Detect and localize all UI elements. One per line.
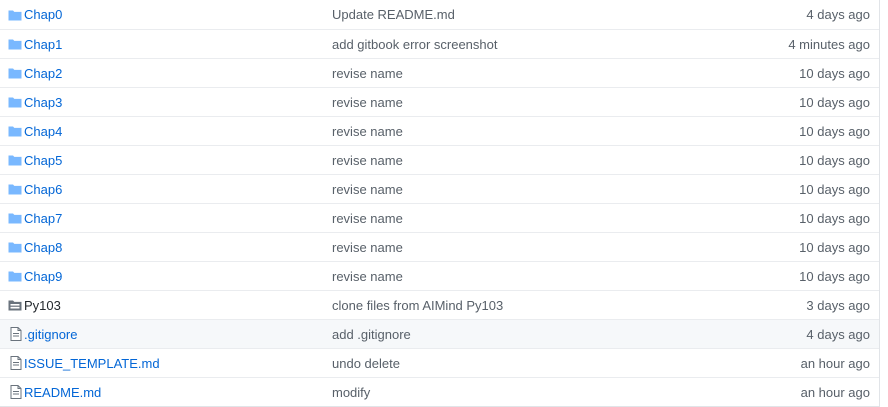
- file-name-link[interactable]: Chap1: [24, 37, 332, 52]
- file-row[interactable]: Chap3 revise name 10 days ago: [0, 87, 879, 116]
- commit-age: 10 days ago: [799, 239, 870, 255]
- folder-icon: [0, 125, 24, 137]
- file-name-link[interactable]: Chap9: [24, 269, 332, 284]
- folder-icon: [0, 38, 24, 50]
- folder-icon: [0, 67, 24, 79]
- commit-message-link[interactable]: revise name: [332, 66, 719, 81]
- file-row[interactable]: .gitignore add .gitignore 4 days ago: [0, 319, 879, 348]
- file-row[interactable]: Chap2 revise name 10 days ago: [0, 58, 879, 87]
- file-row[interactable]: Chap0 Update README.md 4 days ago: [0, 0, 879, 29]
- commit-age: 10 days ago: [799, 152, 870, 168]
- file-icon: [0, 385, 24, 399]
- commit-message-link[interactable]: clone files from AIMind Py103: [332, 298, 719, 313]
- commit-message-link[interactable]: add gitbook error screenshot: [332, 37, 719, 52]
- file-name-link[interactable]: Chap3: [24, 95, 332, 110]
- folder-icon: [0, 241, 24, 253]
- folder-icon: [0, 212, 24, 224]
- file-row[interactable]: Chap1 add gitbook error screenshot 4 minut…: [0, 29, 879, 58]
- commit-age: 4 days ago: [806, 7, 870, 22]
- file-row[interactable]: Py103 clone files from AIMind Py103 3 days…: [0, 290, 879, 319]
- commit-message-link[interactable]: revise name: [332, 182, 719, 197]
- folder-icon: [0, 154, 24, 166]
- file-name-link[interactable]: README.md: [24, 385, 332, 400]
- commit-message-link[interactable]: revise name: [332, 269, 719, 284]
- file-name-link[interactable]: Chap5: [24, 153, 332, 168]
- commit-age: 4 days ago: [806, 326, 870, 342]
- file-row[interactable]: Chap4 revise name 10 days ago: [0, 116, 879, 145]
- commit-message-link[interactable]: revise name: [332, 240, 719, 255]
- folder-icon: [0, 9, 24, 21]
- commit-age: an hour ago: [800, 355, 870, 371]
- file-list-table: Chap0 Update README.md 4 days ago Chap1 add …: [0, 0, 880, 407]
- commit-age: 10 days ago: [799, 123, 870, 139]
- folder-icon: [0, 270, 24, 282]
- file-row[interactable]: ISSUE_TEMPLATE.md undo delete an hour ago: [0, 348, 879, 377]
- commit-message-link[interactable]: Update README.md: [332, 7, 719, 22]
- folder-icon: [0, 96, 24, 108]
- file-icon: [0, 327, 24, 341]
- commit-age: 4 minutes ago: [788, 36, 870, 52]
- submodule-folder-icon: [0, 299, 24, 311]
- file-name-link[interactable]: Chap2: [24, 66, 332, 81]
- commit-message-link[interactable]: add .gitignore: [332, 327, 719, 342]
- commit-message-link[interactable]: revise name: [332, 95, 719, 110]
- file-row[interactable]: Chap5 revise name 10 days ago: [0, 145, 879, 174]
- commit-message-link[interactable]: modify: [332, 385, 719, 400]
- commit-message-link[interactable]: revise name: [332, 124, 719, 139]
- file-icon: [0, 356, 24, 370]
- file-name-link[interactable]: Chap4: [24, 124, 332, 139]
- commit-age: 10 days ago: [799, 268, 870, 284]
- file-row[interactable]: Chap6 revise name 10 days ago: [0, 174, 879, 203]
- file-name-link[interactable]: Chap7: [24, 211, 332, 226]
- commit-age: 10 days ago: [799, 210, 870, 226]
- file-name-link[interactable]: ISSUE_TEMPLATE.md: [24, 356, 332, 371]
- commit-age: 10 days ago: [799, 181, 870, 197]
- commit-age: an hour ago: [800, 384, 870, 400]
- file-name-link[interactable]: Chap6: [24, 182, 332, 197]
- file-name-link[interactable]: Chap8: [24, 240, 332, 255]
- commit-message-link[interactable]: undo delete: [332, 356, 719, 371]
- commit-age: 3 days ago: [806, 297, 870, 313]
- file-row[interactable]: README.md modify an hour ago: [0, 377, 879, 406]
- file-row[interactable]: Chap7 revise name 10 days ago: [0, 203, 879, 232]
- file-row[interactable]: Chap9 revise name 10 days ago: [0, 261, 879, 290]
- file-name-link[interactable]: Chap0: [24, 7, 332, 22]
- folder-icon: [0, 183, 24, 195]
- file-name-link[interactable]: .gitignore: [24, 327, 332, 342]
- file-row[interactable]: Chap8 revise name 10 days ago: [0, 232, 879, 261]
- file-name-link[interactable]: Py103: [24, 298, 332, 313]
- commit-age: 10 days ago: [799, 94, 870, 110]
- commit-age: 10 days ago: [799, 65, 870, 81]
- commit-message-link[interactable]: revise name: [332, 211, 719, 226]
- commit-message-link[interactable]: revise name: [332, 153, 719, 168]
